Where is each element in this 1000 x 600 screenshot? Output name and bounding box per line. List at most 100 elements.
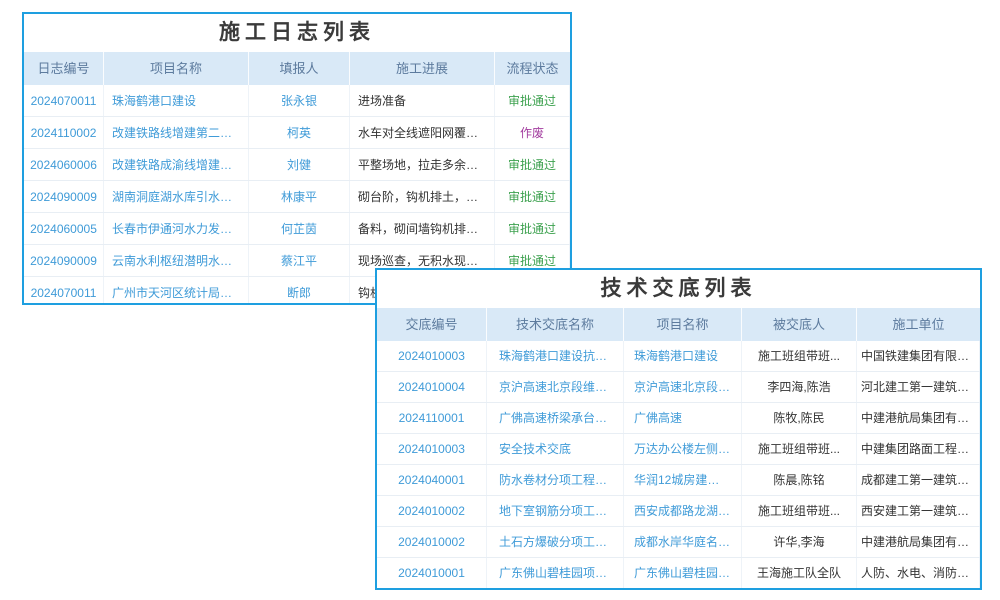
receiver-text: 李四海,陈浩 (742, 372, 857, 402)
project-name-link[interactable]: 华润12城房建工程... (624, 465, 742, 495)
reporter-link[interactable]: 何芷茵 (249, 213, 350, 244)
disclosure-name-link[interactable]: 地下室钢筋分项工程施工... (487, 496, 624, 526)
column-header: 交底编号 (377, 308, 487, 341)
column-header: 被交底人 (742, 308, 857, 341)
disclosure-id-link[interactable]: 2024010002 (377, 527, 487, 557)
unit-text: 人防、水电、消防暖通 (857, 558, 980, 588)
table-row: 2024110002改建铁路线增建第二线直...柯英水车对全线遮阳网覆盖点进..… (24, 117, 570, 149)
receiver-text: 许华,李海 (742, 527, 857, 557)
unit-text: 中建集团路面工程有... (857, 434, 980, 464)
table-row: 2024010003安全技术交底万达办公楼左侧A...施工班组带班...中建集团… (377, 434, 980, 465)
disclosure-name-link[interactable]: 广佛高速桥梁承台施工技... (487, 403, 624, 433)
table-row: 2024110001广佛高速桥梁承台施工技...广佛高速陈牧,陈民中建港航局集团… (377, 403, 980, 434)
table-row: 2024010002地下室钢筋分项工程施工...西安成都路龙湖上...施工班组带… (377, 496, 980, 527)
disclosure-table-header-row: 交底编号技术交底名称项目名称被交底人施工单位 (377, 308, 980, 341)
status-badge: 作废 (495, 117, 570, 148)
receiver-text: 陈晨,陈铭 (742, 465, 857, 495)
column-header: 项目名称 (624, 308, 742, 341)
progress-text: 进场准备 (350, 85, 495, 116)
project-name-link[interactable]: 改建铁路成渝线增建第二... (104, 149, 249, 180)
table-row: 2024060006改建铁路成渝线增建第二...刘健平整场地，拉走多余泥土15.… (24, 149, 570, 181)
project-name-link[interactable]: 京沪高速北京段维修 (624, 372, 742, 402)
table-row: 2024070011珠海鹤港口建设张永银进场准备审批通过 (24, 85, 570, 117)
status-badge: 审批通过 (495, 181, 570, 212)
receiver-text: 陈牧,陈民 (742, 403, 857, 433)
receiver-text: 施工班组带班... (742, 341, 857, 371)
project-name-link[interactable]: 改建铁路线增建第二线直... (104, 117, 249, 148)
unit-text: 中建港航局集团有限... (857, 403, 980, 433)
table-row: 2024010004京沪高速北京段维修桩帽...京沪高速北京段维修李四海,陈浩河… (377, 372, 980, 403)
table-row: 2024090009湖南洞庭湖水库引水工程...林康平砌台阶，钩机排土，二包砌.… (24, 181, 570, 213)
log-id-link[interactable]: 2024110002 (24, 117, 104, 148)
unit-text: 西安建工第一建筑有... (857, 496, 980, 526)
project-name-link[interactable]: 云南水利枢纽潜明水库一... (104, 245, 249, 276)
column-header: 日志编号 (24, 52, 104, 85)
column-header: 填报人 (249, 52, 350, 85)
disclosure-name-link[interactable]: 广东佛山碧桂园项目人防... (487, 558, 624, 588)
table-row: 2024010003珠海鹤港口建设抗浮锚杆...珠海鹤港口建设施工班组带班...… (377, 341, 980, 372)
project-name-link[interactable]: 广东佛山碧桂园项目 (624, 558, 742, 588)
disclosure-id-link[interactable]: 2024040001 (377, 465, 487, 495)
log-id-link[interactable]: 2024060005 (24, 213, 104, 244)
log-id-link[interactable]: 2024070011 (24, 85, 104, 116)
column-header: 技术交底名称 (487, 308, 624, 341)
technical-disclosure-table: 技术交底列表 交底编号技术交底名称项目名称被交底人施工单位 2024010003… (375, 268, 982, 590)
status-badge: 审批通过 (495, 213, 570, 244)
column-header: 流程状态 (495, 52, 570, 85)
project-name-link[interactable]: 珠海鹤港口建设 (104, 85, 249, 116)
log-id-link[interactable]: 2024060006 (24, 149, 104, 180)
status-badge: 审批通过 (495, 149, 570, 180)
project-name-link[interactable]: 广佛高速 (624, 403, 742, 433)
disclosure-table-title: 技术交底列表 (377, 270, 980, 308)
disclosure-name-link[interactable]: 珠海鹤港口建设抗浮锚杆... (487, 341, 624, 371)
log-table-title: 施工日志列表 (24, 14, 570, 52)
unit-text: 中国铁建集团有限公司 (857, 341, 980, 371)
receiver-text: 王海施工队全队 (742, 558, 857, 588)
column-header: 施工单位 (857, 308, 980, 341)
log-id-link[interactable]: 2024090009 (24, 245, 104, 276)
unit-text: 河北建工第一建筑有... (857, 372, 980, 402)
disclosure-id-link[interactable]: 2024110001 (377, 403, 487, 433)
reporter-link[interactable]: 刘健 (249, 149, 350, 180)
disclosure-name-link[interactable]: 土石方爆破分项工程施工... (487, 527, 624, 557)
disclosure-table-body: 2024010003珠海鹤港口建设抗浮锚杆...珠海鹤港口建设施工班组带班...… (377, 341, 980, 589)
disclosure-id-link[interactable]: 2024010002 (377, 496, 487, 526)
table-row: 2024010001广东佛山碧桂园项目人防...广东佛山碧桂园项目王海施工队全队… (377, 558, 980, 589)
log-id-link[interactable]: 2024070011 (24, 277, 104, 305)
reporter-link[interactable]: 断郎 (249, 277, 350, 305)
disclosure-id-link[interactable]: 2024010003 (377, 341, 487, 371)
table-row: 2024010002土石方爆破分项工程施工...成都水岸华庭名苑...许华,李海… (377, 527, 980, 558)
reporter-link[interactable]: 林康平 (249, 181, 350, 212)
progress-text: 水车对全线遮阳网覆盖点进... (350, 117, 495, 148)
disclosure-id-link[interactable]: 2024010004 (377, 372, 487, 402)
disclosure-id-link[interactable]: 2024010003 (377, 434, 487, 464)
project-name-link[interactable]: 西安成都路龙湖上... (624, 496, 742, 526)
status-badge: 审批通过 (495, 85, 570, 116)
log-table-header-row: 日志编号项目名称填报人施工进展流程状态 (24, 52, 570, 85)
table-row: 2024060005长春市伊通河水力发电厂...何芷茵备料，砌间墙钩机排土，瓦.… (24, 213, 570, 245)
disclosure-id-link[interactable]: 2024010001 (377, 558, 487, 588)
project-name-link[interactable]: 珠海鹤港口建设 (624, 341, 742, 371)
log-id-link[interactable]: 2024090009 (24, 181, 104, 212)
project-name-link[interactable]: 广州市天河区统计局机房... (104, 277, 249, 305)
column-header: 项目名称 (104, 52, 249, 85)
project-name-link[interactable]: 湖南洞庭湖水库引水工程... (104, 181, 249, 212)
disclosure-name-link[interactable]: 安全技术交底 (487, 434, 624, 464)
reporter-link[interactable]: 张永银 (249, 85, 350, 116)
project-name-link[interactable]: 万达办公楼左侧A... (624, 434, 742, 464)
receiver-text: 施工班组带班... (742, 434, 857, 464)
progress-text: 备料，砌间墙钩机排土，瓦... (350, 213, 495, 244)
construction-log-table: 施工日志列表 日志编号项目名称填报人施工进展流程状态 2024070011珠海鹤… (22, 12, 572, 305)
column-header: 施工进展 (350, 52, 495, 85)
reporter-link[interactable]: 柯英 (249, 117, 350, 148)
project-name-link[interactable]: 成都水岸华庭名苑... (624, 527, 742, 557)
unit-text: 成都建工第一建筑有... (857, 465, 980, 495)
table-row: 2024040001防水卷材分项工程施工技...华润12城房建工程...陈晨,陈… (377, 465, 980, 496)
disclosure-name-link[interactable]: 京沪高速北京段维修桩帽... (487, 372, 624, 402)
progress-text: 平整场地，拉走多余泥土15... (350, 149, 495, 180)
disclosure-name-link[interactable]: 防水卷材分项工程施工技... (487, 465, 624, 495)
reporter-link[interactable]: 蔡江平 (249, 245, 350, 276)
project-name-link[interactable]: 长春市伊通河水力发电厂... (104, 213, 249, 244)
unit-text: 中建港航局集团有限... (857, 527, 980, 557)
progress-text: 砌台阶，钩机排土，二包砌... (350, 181, 495, 212)
